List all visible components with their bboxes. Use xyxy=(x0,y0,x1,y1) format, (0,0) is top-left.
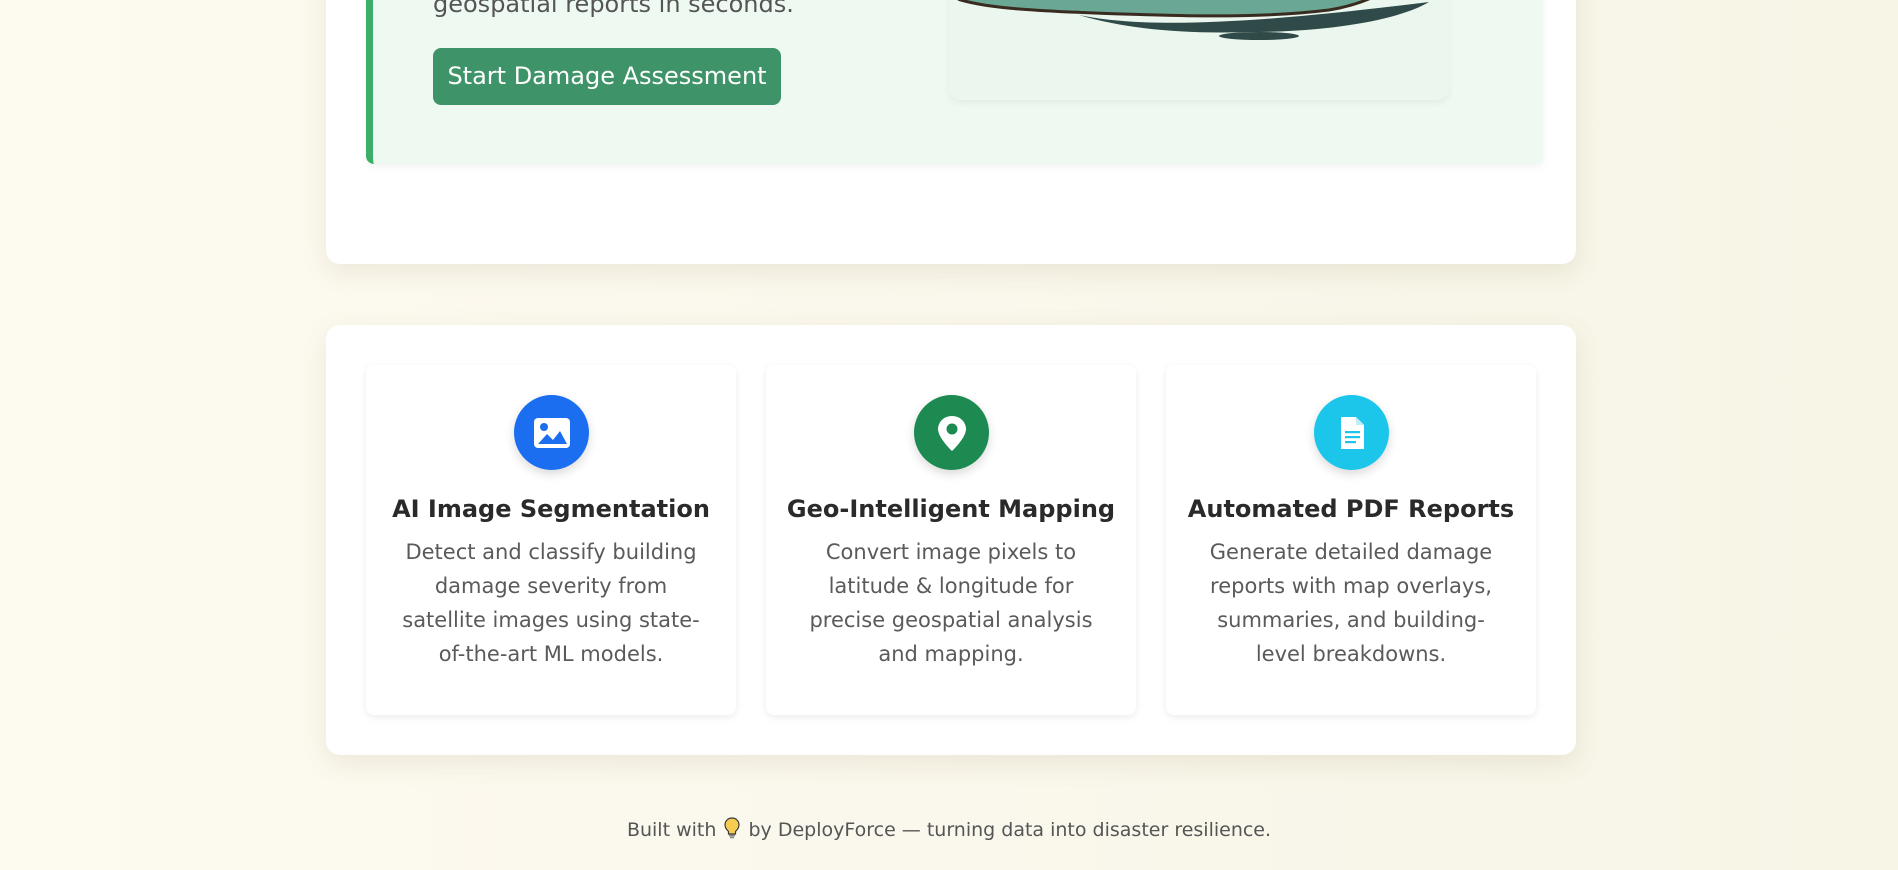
feature-card-segmentation: AI Image Segmentation Detect and classif… xyxy=(366,365,736,715)
image-icon xyxy=(514,395,589,470)
features-card: AI Image Segmentation Detect and classif… xyxy=(326,325,1576,755)
hero-banner: geospatial reports in seconds. Start Dam… xyxy=(366,0,1543,164)
feature-title: AI Image Segmentation xyxy=(392,495,710,523)
hero-card: geospatial reports in seconds. Start Dam… xyxy=(326,0,1576,264)
hero-subtitle: geospatial reports in seconds. xyxy=(433,0,794,18)
feature-description: Generate detailed damage reports with ma… xyxy=(1209,540,1493,666)
feature-description: Detect and classify building damage seve… xyxy=(402,540,700,666)
footer-suffix: by DeployForce — turning data into disas… xyxy=(748,819,1272,841)
feature-card-reports: Automated PDF Reports Generate detailed … xyxy=(1166,365,1536,715)
footer: Built with by DeployForce — turning data… xyxy=(0,817,1898,844)
feature-card-mapping: Geo-Intelligent Mapping Convert image pi… xyxy=(766,365,1136,715)
feature-description: Convert image pixels to latitude & longi… xyxy=(809,540,1093,666)
feature-title: Automated PDF Reports xyxy=(1187,495,1515,523)
tsunami-wave-illustration xyxy=(949,0,1449,100)
map-pin-icon xyxy=(914,395,989,470)
lightbulb-icon xyxy=(724,817,741,844)
document-icon xyxy=(1314,395,1389,470)
footer-prefix: Built with xyxy=(626,819,717,841)
feature-title: Geo-Intelligent Mapping xyxy=(786,495,1116,523)
start-damage-assessment-button[interactable]: Start Damage Assessment xyxy=(433,48,781,105)
